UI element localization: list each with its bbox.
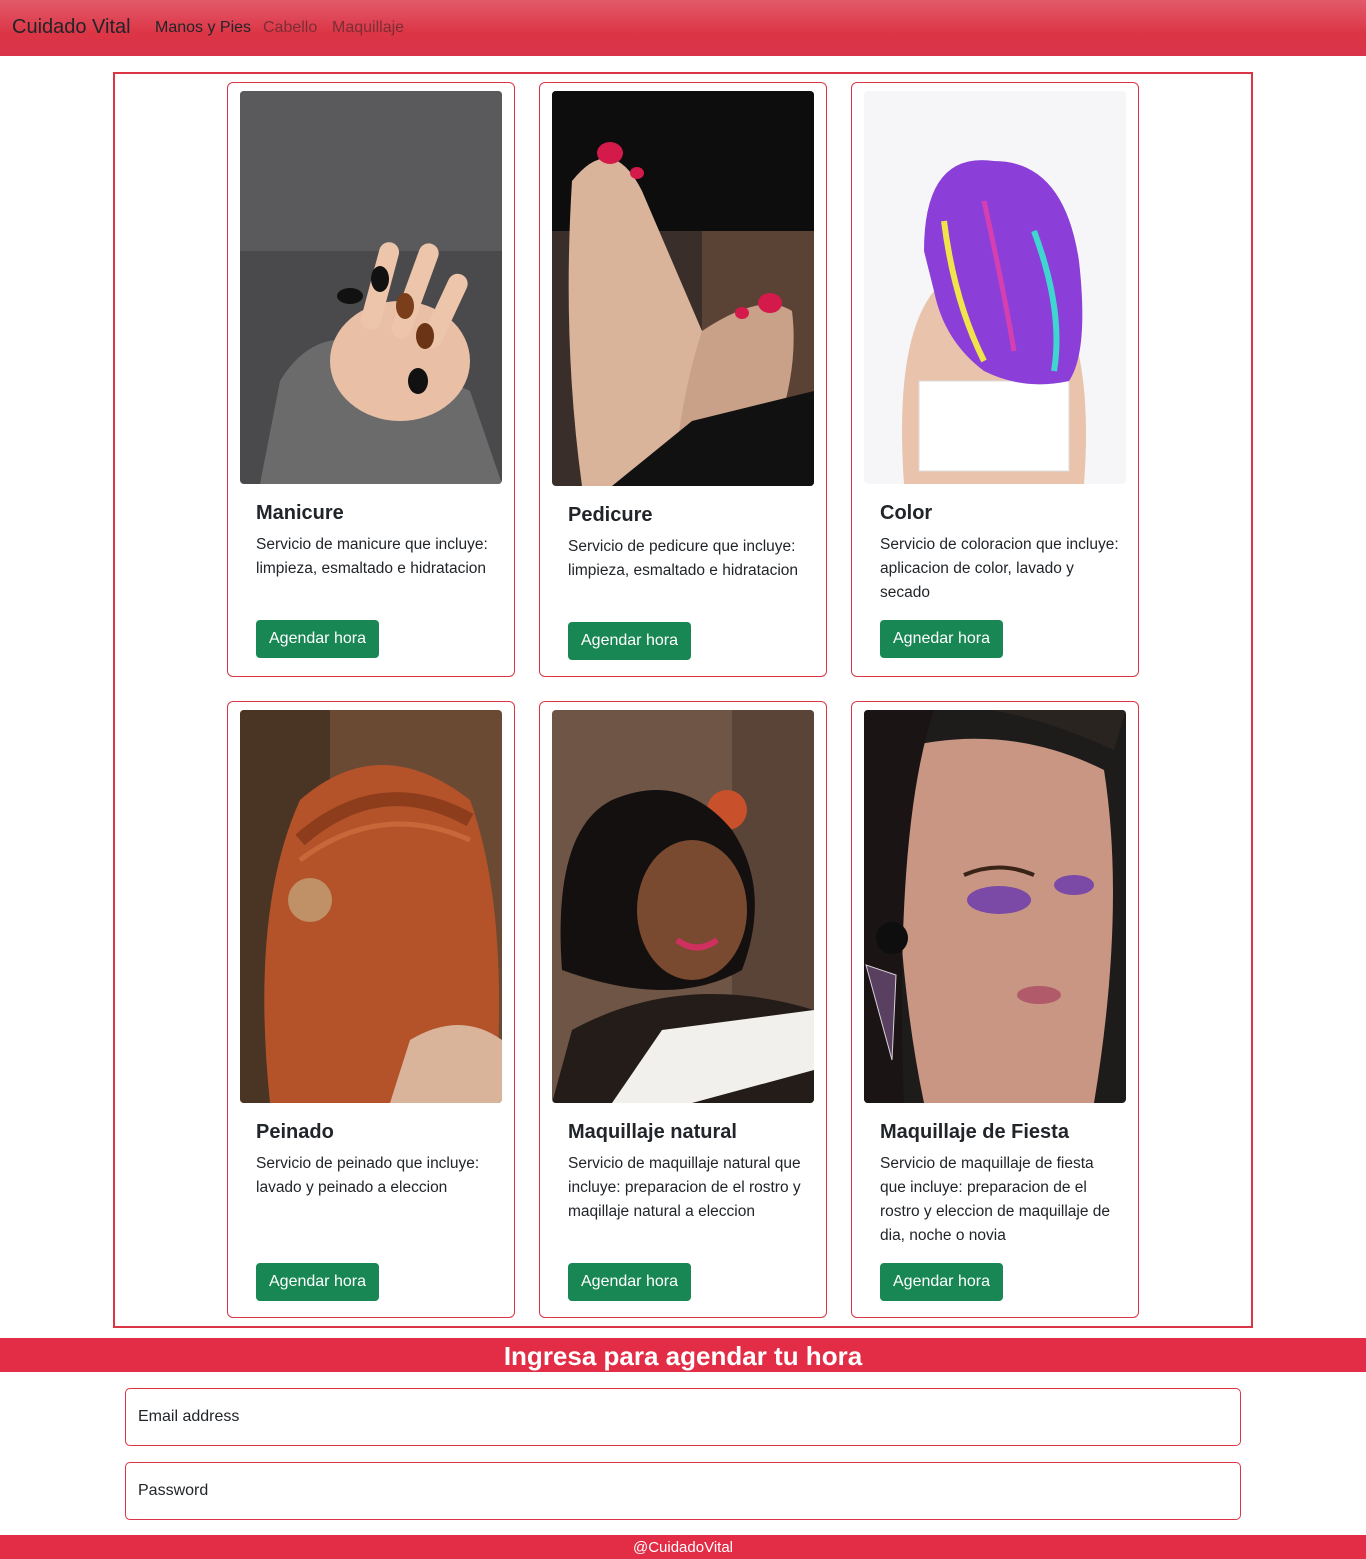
footer: @CuidadoVital [0,1535,1366,1559]
agendar-hora-button[interactable]: Agnedar hora [880,620,1003,658]
agendar-hora-button[interactable]: Agendar hora [568,1263,691,1301]
nav-link-cabello[interactable]: Cabello [263,19,317,37]
card-title: Pedicure [568,504,653,526]
service-card-peinado: Peinado Servicio de peinado que incluye:… [227,701,515,1318]
manicure-photo-icon [240,91,502,484]
card-title: Peinado [256,1121,334,1143]
card-description: Servicio de maquillaje de fiesta que inc… [880,1155,1111,1244]
brand-logo[interactable]: Cuidado Vital [12,16,131,39]
service-card-maquillaje-fiesta: Maquillaje de Fiesta Servicio de maquill… [851,701,1139,1318]
nav-link-manos-y-pies[interactable]: Manos y Pies [155,19,251,37]
nav-link-maquillaje[interactable]: Maquillaje [332,19,404,37]
card-title: Color [880,502,933,524]
card-description: Servicio de coloracion que incluye: apli… [880,536,1119,601]
service-card-pedicure: Pedicure Servicio de pedicure que incluy… [539,82,827,677]
pedicure-photo-icon [552,91,814,486]
hairstyle-photo-icon [240,710,502,1103]
natural-makeup-photo-icon [552,710,814,1103]
agendar-hora-button[interactable]: Agendar hora [568,622,691,660]
service-card-manicure: Manicure Servicio de manicure que incluy… [227,82,515,677]
agendar-hora-button[interactable]: Agendar hora [880,1263,1003,1301]
card-description: Servicio de pedicure que incluye: limpie… [568,538,799,579]
agendar-hora-button[interactable]: Agendar hora [256,620,379,658]
agendar-hora-button[interactable]: Agendar hora [256,1263,379,1301]
navbar: Cuidado Vital Manos y Pies Cabello Maqui… [0,0,1366,56]
password-field[interactable] [125,1462,1241,1520]
login-heading: Ingresa para agendar tu hora [0,1338,1366,1372]
card-title: Maquillaje natural [568,1121,737,1143]
service-card-maquillaje-natural: Maquillaje natural Servicio de maquillaj… [539,701,827,1318]
card-description: Servicio de maquillaje natural que inclu… [568,1155,801,1220]
email-field[interactable] [125,1388,1241,1446]
card-title: Manicure [256,502,344,524]
service-card-color: Color Servicio de coloracion que incluye… [851,82,1139,677]
card-description: Servicio de manicure que incluye: limpie… [256,536,488,577]
card-description: Servicio de peinado que incluye: lavado … [256,1155,480,1196]
party-makeup-photo-icon [864,710,1126,1103]
card-title: Maquillaje de Fiesta [880,1121,1069,1143]
hair-color-photo-icon [864,91,1126,484]
